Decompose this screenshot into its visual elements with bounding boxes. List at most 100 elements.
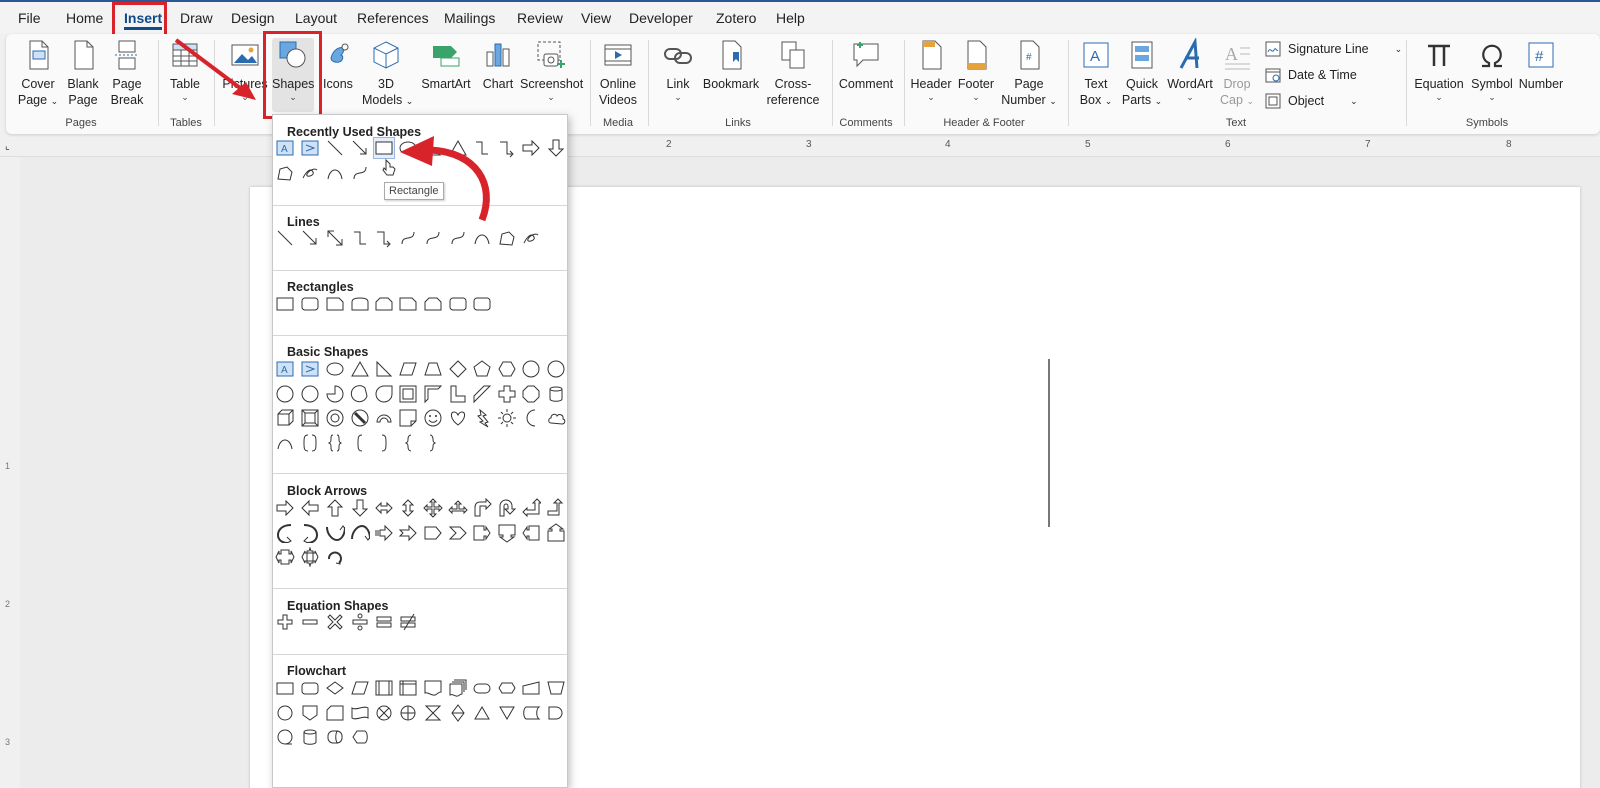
online-videos-button[interactable]: Online Videos: [596, 38, 640, 108]
pentagon-shape-icon[interactable]: [423, 523, 443, 543]
multidoc-shape-icon[interactable]: [448, 678, 468, 698]
circle-shape-icon[interactable]: [521, 359, 541, 379]
page-break-button[interactable]: Page Break: [108, 38, 146, 108]
tri-shape-icon[interactable]: [448, 138, 468, 158]
seqaccess-shape-icon[interactable]: [275, 727, 295, 747]
line-shape-icon[interactable]: [325, 138, 345, 158]
rrect-shape-icon[interactable]: [448, 294, 468, 314]
chart-button[interactable]: Chart: [478, 38, 518, 92]
blockarc-shape-icon[interactable]: [374, 408, 394, 428]
halfframe-shape-icon[interactable]: [423, 384, 443, 404]
chevron-shape-icon[interactable]: [448, 523, 468, 543]
tab-draw[interactable]: Draw: [180, 10, 213, 26]
equal-shape-icon[interactable]: [374, 612, 394, 632]
cross-reference-button[interactable]: Cross- reference: [762, 38, 824, 108]
extract-shape-icon[interactable]: [472, 703, 492, 723]
drop-cap-button[interactable]: A Drop Cap ⌄: [1218, 38, 1256, 109]
tab-developer[interactable]: Developer: [629, 10, 693, 26]
minus-shape-icon[interactable]: [300, 612, 320, 632]
calloutR-shape-icon[interactable]: [472, 523, 492, 543]
moon-shape-icon[interactable]: [521, 408, 541, 428]
oval-shape-icon[interactable]: [325, 359, 345, 379]
calloutU-shape-icon[interactable]: [546, 522, 566, 543]
header-button[interactable]: Header ⌄: [910, 38, 952, 102]
equation-button[interactable]: Equation ⌄: [1412, 38, 1466, 102]
scribble-shape-icon[interactable]: [521, 228, 541, 248]
data-shape-icon[interactable]: [350, 678, 370, 698]
arrU-shape-icon[interactable]: [325, 498, 345, 518]
calloutD-shape-icon[interactable]: [497, 523, 517, 543]
tab-mailings[interactable]: Mailings: [444, 10, 495, 26]
pie-shape-icon[interactable]: [325, 384, 345, 404]
decision-shape-icon[interactable]: [325, 678, 345, 698]
curve-shape-icon[interactable]: [350, 163, 370, 183]
donut-shape-icon[interactable]: [325, 408, 345, 428]
circle-shape-icon[interactable]: [275, 384, 295, 404]
connector-shape-icon[interactable]: [275, 703, 295, 723]
predef-shape-icon[interactable]: [374, 678, 394, 698]
snip2-shape-icon[interactable]: [423, 294, 443, 314]
tape-shape-icon[interactable]: [350, 703, 370, 723]
arrUD-shape-icon[interactable]: [398, 498, 418, 518]
rbracket-shape-icon[interactable]: [374, 433, 394, 453]
scribble-shape-icon[interactable]: [300, 163, 320, 183]
hex-shape-icon[interactable]: [497, 359, 517, 379]
internal-shape-icon[interactable]: [398, 678, 418, 698]
tab-review[interactable]: Review: [517, 10, 563, 26]
directaccess-shape-icon[interactable]: [325, 727, 345, 747]
sun-shape-icon[interactable]: [497, 408, 517, 428]
arrD-shape-icon[interactable]: [546, 138, 566, 158]
dblarrow-shape-icon[interactable]: [325, 228, 345, 248]
pent-shape-icon[interactable]: [472, 359, 492, 379]
altproc-shape-icon[interactable]: [300, 678, 320, 698]
curvedU-shape-icon[interactable]: [325, 523, 345, 543]
arc-shape-icon[interactable]: [325, 163, 345, 183]
arrowline-shape-icon[interactable]: [350, 138, 370, 158]
arrowline-shape-icon[interactable]: [300, 228, 320, 248]
lbrace-shape-icon[interactable]: [398, 433, 418, 453]
date-time-button[interactable]: Date & Time: [1264, 66, 1357, 84]
manualin-shape-icon[interactable]: [521, 678, 541, 698]
link-button[interactable]: Link ⌄: [658, 38, 698, 102]
3d-models-button[interactable]: 3D Models ⌄: [362, 38, 413, 109]
object-button[interactable]: Object ⌄: [1264, 92, 1358, 110]
rect-shape-icon[interactable]: [373, 137, 395, 159]
trap-shape-icon[interactable]: [423, 359, 443, 379]
tab-home[interactable]: Home: [66, 10, 103, 26]
bevel-shape-icon[interactable]: [300, 408, 320, 428]
tab-help[interactable]: Help: [776, 10, 805, 26]
noteq-shape-icon[interactable]: [398, 612, 418, 632]
para-shape-icon[interactable]: [398, 359, 418, 379]
tab-layout[interactable]: Layout: [295, 10, 337, 26]
arc-shape-icon[interactable]: [472, 228, 492, 248]
footer-button[interactable]: Footer ⌄: [956, 38, 996, 102]
octagon-shape-icon[interactable]: [521, 384, 541, 404]
horizontal-ruler[interactable]: ⌞ 2 3 4 5 6 7 8: [0, 137, 1600, 157]
vtextbox-shape-icon[interactable]: [300, 359, 320, 379]
elbow-shape-icon[interactable]: [350, 228, 370, 248]
freeform-shape-icon[interactable]: [275, 163, 295, 183]
brace-shape-icon[interactable]: [325, 433, 345, 453]
snip-shape-icon[interactable]: [325, 294, 345, 314]
calloutL-shape-icon[interactable]: [521, 523, 541, 543]
bentup-shape-icon[interactable]: [546, 498, 566, 518]
tab-file[interactable]: File: [18, 10, 41, 26]
chord-shape-icon[interactable]: [350, 384, 370, 404]
cross-shape-icon[interactable]: [497, 384, 517, 404]
tear-shape-icon[interactable]: [374, 384, 394, 404]
heart-shape-icon[interactable]: [448, 408, 468, 428]
tab-references[interactable]: References: [357, 10, 429, 26]
curvedD-shape-icon[interactable]: [350, 523, 370, 543]
arrR-shape-icon[interactable]: [275, 498, 295, 518]
symbol-button[interactable]: Symbol ⌄: [1470, 38, 1514, 102]
snip2-shape-icon[interactable]: [374, 294, 394, 314]
or-shape-icon[interactable]: [398, 703, 418, 723]
vertical-ruler[interactable]: 1 2 3: [0, 157, 20, 788]
bookmark-button[interactable]: Bookmark: [702, 38, 760, 92]
tab-view[interactable]: View: [581, 10, 611, 26]
circArrow-shape-icon[interactable]: [325, 547, 345, 567]
cloud-shape-icon[interactable]: [546, 408, 566, 428]
curve-shape-icon[interactable]: [423, 228, 443, 248]
terminator-shape-icon[interactable]: [472, 678, 492, 698]
can-shape-icon[interactable]: [546, 384, 566, 404]
